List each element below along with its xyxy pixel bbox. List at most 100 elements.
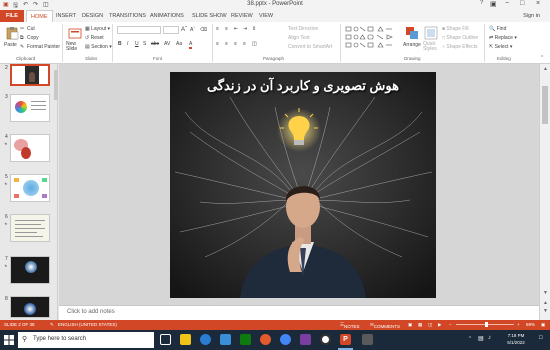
find-button[interactable]: 🔍 Find [489,26,506,32]
tab-file[interactable]: FILE [0,10,24,22]
scroll-down-icon[interactable]: ▼ [543,290,548,296]
thumbnail-slide-6[interactable] [10,214,50,242]
tab-animations[interactable]: ANIMATIONS [150,13,184,19]
align-right-icon[interactable]: ≡ [234,41,237,47]
decrease-indent-icon[interactable]: ⇤ [234,26,238,32]
zoom-level[interactable]: 69% [526,322,535,327]
italic-button[interactable]: I [127,41,128,47]
font-color-button[interactable]: A [189,41,193,49]
bold-button[interactable]: B [118,41,122,47]
maximize-button[interactable]: □ [520,0,524,7]
close-button[interactable]: × [536,0,540,7]
convert-smartart-button[interactable]: Convert to SmartArt [288,44,332,50]
help-button[interactable]: ? [480,0,483,6]
align-text-button[interactable]: Align Text [288,35,310,41]
volume-icon[interactable]: ♪ [488,335,491,341]
file-explorer-icon[interactable] [180,334,191,345]
thumbnail-slide-3[interactable] [10,94,50,122]
thumbnail-scrollbar[interactable] [54,70,58,100]
app-icon[interactable] [362,334,373,345]
arrange-button[interactable]: Arrange [403,42,421,48]
layout-button[interactable]: ▦ Layout ▾ [85,26,110,32]
align-left-icon[interactable]: ≡ [216,41,219,47]
increase-indent-icon[interactable]: ⇥ [243,26,247,32]
vertical-scrollbar[interactable]: ▲ ▼ ▲ ▼ [539,64,550,320]
previous-slide-icon[interactable]: ▲ [543,300,548,306]
spellcheck-icon[interactable]: ✎ [50,322,54,328]
shrink-font-icon[interactable]: Aˇ [190,27,195,33]
quick-styles-button[interactable]: Quick Styles [423,42,437,52]
copy-button[interactable]: Copy [27,35,39,41]
thumbnail-slide-7[interactable] [10,256,50,284]
underline-button[interactable]: U [135,41,139,47]
clear-format-icon[interactable]: ⌫ [200,27,207,33]
shape-outline-button[interactable]: □ Shape Outline [442,35,478,41]
minimize-button[interactable]: − [505,0,509,7]
comments-toggle[interactable]: ✉ COMMENTS [370,322,400,329]
slideshow-icon[interactable]: ▶ [438,322,441,328]
chrome-icon[interactable] [280,334,291,345]
line-spacing-icon[interactable]: ⇕ [252,26,256,32]
paste-button[interactable]: Paste [4,42,17,48]
current-slide[interactable]: هوش تصویری و کاربرد آن در زندگی [170,72,436,298]
edge-icon[interactable] [200,334,211,345]
powerpoint-taskbar-icon[interactable]: P [340,334,351,345]
tab-review[interactable]: REVIEW [231,13,253,19]
paste-icon[interactable] [5,26,19,40]
scroll-up-icon[interactable]: ▲ [543,66,548,72]
font-name-select[interactable] [117,26,161,34]
new-slide-icon[interactable] [68,26,82,40]
shapes-gallery[interactable] [345,26,395,52]
tab-view[interactable]: VIEW [259,13,273,19]
windows-start-icon[interactable] [4,335,14,345]
shape-effects-button[interactable]: ○ Shape Effects [442,44,477,50]
slide-sorter-icon[interactable]: ▦ [418,322,422,328]
new-slide-button[interactable]: New Slide [66,42,82,52]
zoom-out-icon[interactable]: − [449,322,452,327]
normal-view-icon[interactable]: ▣ [408,322,412,328]
numbering-icon[interactable]: ≡ [225,26,228,32]
thumbnail-slide-2[interactable] [10,64,50,86]
ribbon-display-icon[interactable]: ▣ [490,0,497,8]
store-icon[interactable] [240,334,251,345]
copy-icon[interactable]: ⧉ [20,35,24,41]
scroll-thumb[interactable] [542,86,548,124]
zoom-slider-thumb[interactable] [485,322,488,327]
zoom-in-icon[interactable]: + [517,322,520,327]
network-icon[interactable]: ▤ [478,335,484,342]
format-painter-icon[interactable]: ✎ [20,44,24,50]
tab-insert[interactable]: INSERT [56,13,76,19]
tab-home[interactable]: HOME [26,10,53,22]
columns-icon[interactable]: ◫ [252,41,257,47]
sign-in-link[interactable]: Sign in [523,13,540,19]
reset-button[interactable]: ↺ Reset [85,35,104,41]
tab-transitions[interactable]: TRANSITIONS [109,13,146,19]
cut-icon[interactable]: ✂ [20,26,24,32]
app-icon[interactable] [300,334,311,345]
strikethrough-button[interactable]: abc [151,41,159,47]
quick-styles-icon[interactable] [424,26,438,40]
shape-fill-button[interactable]: ■ Shape Fill [442,26,469,32]
bullets-icon[interactable]: ≡ [216,26,219,32]
change-case-button[interactable]: Aa [176,41,182,47]
replace-button[interactable]: ⇄ Replace ▾ [489,35,517,41]
select-button[interactable]: ⇱ Select ▾ [489,44,512,50]
notes-toggle[interactable]: ☰ NOTES [340,322,360,329]
media-icon[interactable] [320,334,331,345]
task-view-icon[interactable] [160,334,171,345]
tray-expand-icon[interactable]: ⌃ [468,336,472,342]
shadow-button[interactable]: S [143,41,146,47]
taskbar-search-box[interactable]: ⚲ Type here to search [18,332,154,348]
next-slide-icon[interactable]: ▼ [543,308,548,314]
notification-icon[interactable]: □ [539,335,543,341]
tab-design[interactable]: DESIGN [82,13,103,19]
tab-slide-show[interactable]: SLIDE SHOW [192,13,227,19]
thumbnail-slide-8[interactable] [10,296,50,318]
thumbnail-slide-4[interactable] [10,134,50,162]
notes-pane[interactable]: Click to add notes [59,305,539,320]
font-size-select[interactable] [163,26,179,34]
justify-icon[interactable]: ≡ [243,41,246,47]
section-button[interactable]: ▤ Section ▾ [85,44,112,50]
firefox-icon[interactable] [260,334,271,345]
grow-font-icon[interactable]: Aˆ [181,27,187,33]
